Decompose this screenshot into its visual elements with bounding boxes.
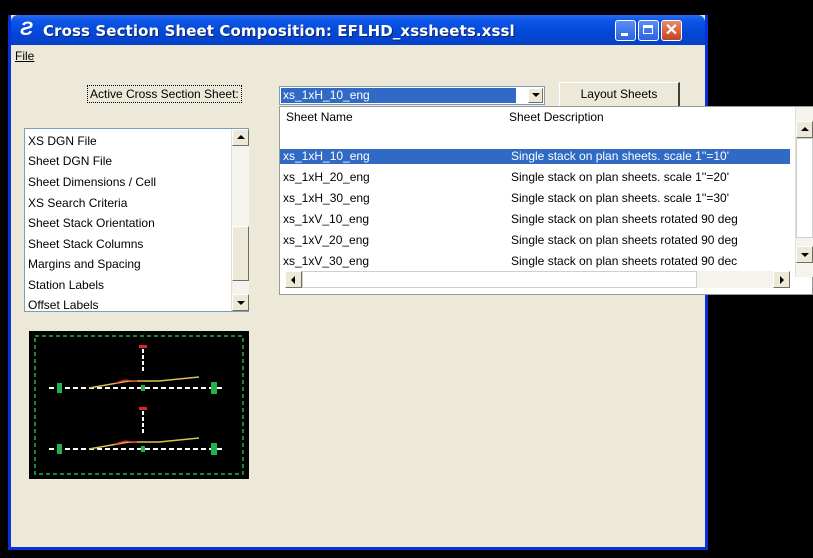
close-icon: ✕ [664, 22, 679, 39]
scroll-up-icon[interactable] [796, 121, 813, 138]
dropdown-row[interactable]: xs_1xH_30_eng Single stack on plan sheet… [280, 191, 790, 206]
maximize-button[interactable] [638, 20, 659, 41]
scroll-down-icon[interactable] [232, 294, 249, 311]
sheet-description: Single stack on plan sheets. scale 1''=3… [511, 191, 730, 205]
column-header-sheet-name[interactable]: Sheet Name [286, 110, 353, 124]
menu-file[interactable]: File [15, 49, 34, 63]
scroll-thumb[interactable] [232, 226, 249, 281]
dropdown-row[interactable]: xs_1xV_20_eng Single stack on plan sheet… [280, 233, 790, 248]
dropdown-row[interactable]: xs_1xH_10_eng Single stack on plan sheet… [280, 149, 790, 164]
sheet-name: xs_1xV_30_eng [283, 254, 370, 268]
list-item[interactable]: XS Search Criteria [28, 196, 127, 211]
list-item[interactable]: Offset Labels [28, 298, 99, 313]
dropdown-row[interactable]: xs_1xV_30_eng Single stack on plan sheet… [280, 254, 790, 269]
scroll-thumb[interactable] [796, 138, 813, 238]
sheet-description: Single stack on plan sheets. scale 1''=2… [511, 170, 730, 184]
sheet-name: xs_1xH_10_eng [283, 149, 370, 163]
active-sheet-label: Active Cross Section Sheet: [87, 85, 242, 103]
scroll-right-icon[interactable] [773, 271, 790, 288]
category-listbox[interactable]: XS DGN File Sheet DGN File Sheet Dimensi… [24, 128, 249, 312]
sheet-description: Single stack on plan sheets. scale 1''=1… [511, 149, 730, 163]
app-logo-icon: Ƨ [20, 19, 33, 40]
list-item[interactable]: XS DGN File [28, 134, 97, 149]
sheet-description: Single stack on plan sheets rotated 90 d… [511, 212, 738, 226]
minimize-button[interactable] [615, 20, 636, 41]
sheet-name: xs_1xH_30_eng [283, 191, 370, 205]
dropdown-row[interactable]: xs_1xH_20_eng Single stack on plan sheet… [280, 170, 790, 185]
menu-file-label: File [15, 49, 35, 63]
list-item[interactable]: Sheet DGN File [28, 154, 112, 169]
dropdown-arrow-icon[interactable] [528, 88, 543, 103]
sheet-description: Single stack on plan sheets rotated 90 d… [511, 254, 738, 268]
sheet-dropdown-list[interactable]: Sheet Name Sheet Description xs_1xH_10_e… [279, 106, 813, 295]
column-header-sheet-description[interactable]: Sheet Description [509, 110, 604, 124]
dropdown-vertical-scrollbar[interactable] [795, 107, 813, 277]
scroll-left-icon[interactable] [285, 271, 302, 288]
dropdown-header: Sheet Name Sheet Description [280, 107, 812, 127]
dropdown-horizontal-scrollbar[interactable] [285, 271, 790, 288]
scroll-up-icon[interactable] [232, 129, 249, 146]
list-item[interactable]: Margins and Spacing [28, 257, 141, 272]
active-sheet-combobox[interactable]: xs_1xH_10_eng [279, 86, 545, 105]
sheet-name: xs_1xV_10_eng [283, 212, 370, 226]
list-item[interactable]: Sheet Stack Orientation [28, 216, 155, 231]
list-item[interactable]: Station Labels [28, 278, 104, 293]
active-sheet-value: xs_1xH_10_eng [281, 88, 516, 103]
window-title: Cross Section Sheet Composition: EFLHD_x… [43, 22, 515, 40]
sheet-preview-drawing [34, 335, 244, 475]
list-item[interactable]: Sheet Stack Columns [28, 237, 143, 252]
sheet-name: xs_1xV_20_eng [283, 233, 370, 247]
layout-sheets-button[interactable]: Layout Sheets [559, 82, 680, 108]
sheet-description: Single stack on plan sheets rotated 90 d… [511, 233, 738, 247]
scroll-down-icon[interactable] [796, 246, 813, 263]
sheet-name: xs_1xH_20_eng [283, 170, 370, 184]
category-scrollbar[interactable] [231, 129, 249, 311]
list-item[interactable]: Sheet Dimensions / Cell [28, 175, 156, 190]
scroll-thumb[interactable] [302, 271, 697, 288]
title-bar[interactable]: Ƨ Cross Section Sheet Composition: EFLHD… [11, 15, 705, 45]
close-button[interactable]: ✕ [661, 20, 682, 41]
dropdown-row[interactable]: xs_1xV_10_eng Single stack on plan sheet… [280, 212, 790, 227]
sheet-preview [29, 331, 249, 479]
